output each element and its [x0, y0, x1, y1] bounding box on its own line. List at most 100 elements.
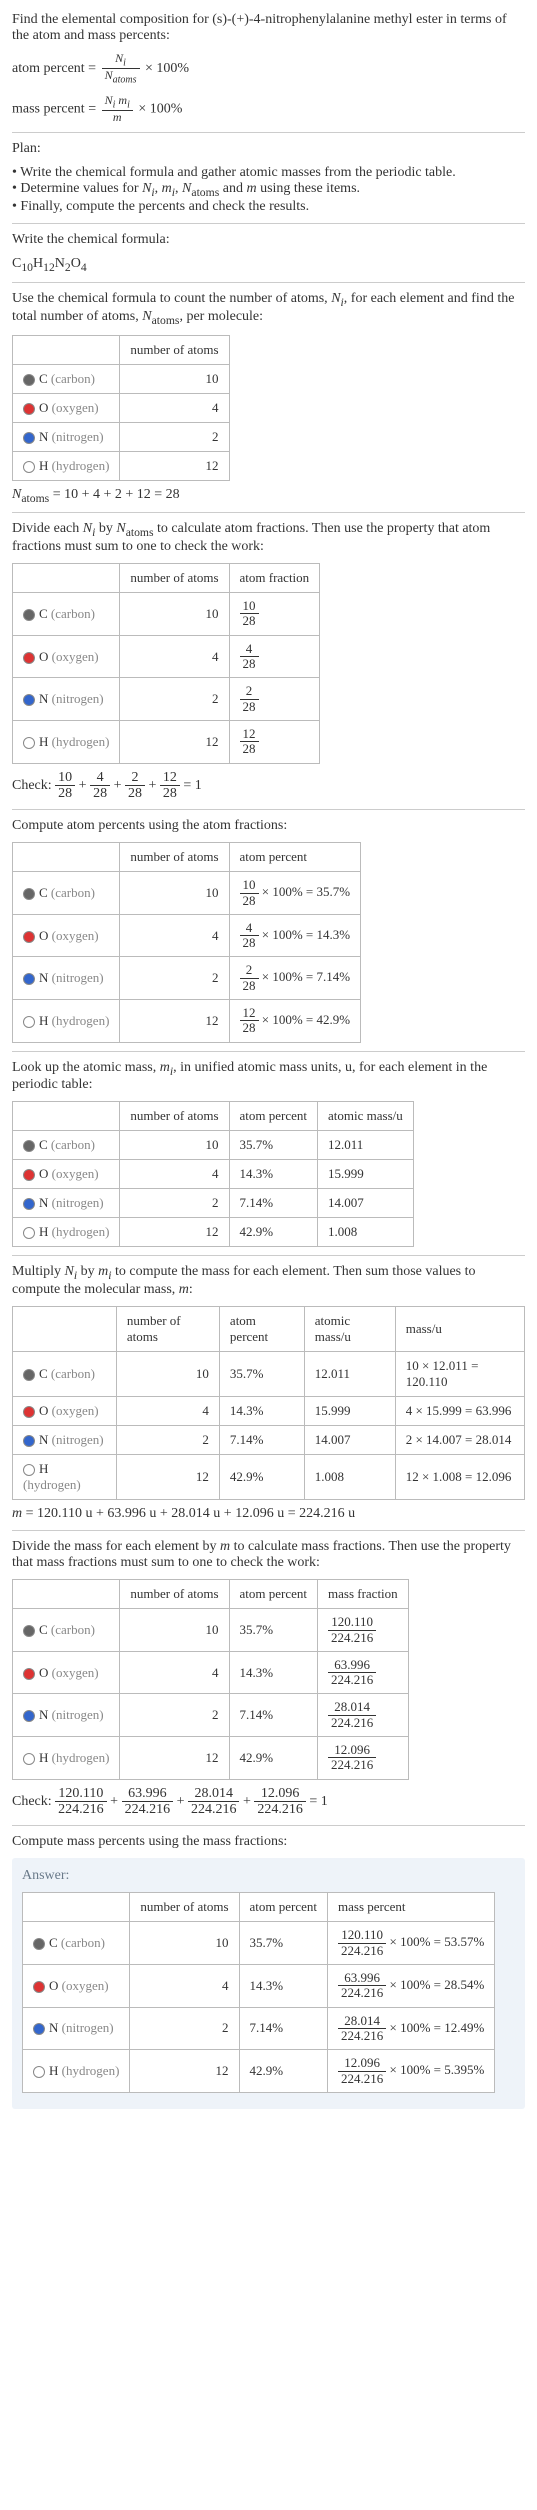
- atom-fraction-table: number of atomsatom fraction C (carbon)1…: [12, 563, 320, 763]
- nitrogen-dot-icon: [23, 973, 35, 985]
- col-natoms: number of atoms: [120, 335, 229, 364]
- nitrogen-dot-icon: [23, 432, 35, 444]
- separator: [12, 1051, 525, 1052]
- check-2: Check: 120.110224.216 + 63.996224.216 + …: [12, 1786, 525, 1818]
- atom-count-table: number of atoms C (carbon) 10 O (oxygen) 4…: [12, 335, 230, 481]
- cell: 28.014224.216 × 100% = 12.49%: [328, 2007, 495, 2050]
- cell: 1028: [229, 593, 320, 636]
- table-row: N (nitrogen)27.14%28.014224.216 × 100% =…: [23, 2007, 495, 2050]
- oxygen-dot-icon: [33, 1981, 45, 1993]
- table-row: C (carbon)1035.7%120.110224.216 × 100% =…: [23, 1922, 495, 1965]
- carbon-dot-icon: [23, 888, 35, 900]
- table-row: O (oxygen)414.3%63.996224.216: [13, 1651, 409, 1694]
- hydrogen-dot-icon: [23, 1753, 35, 1765]
- plan-heading: Plan:: [12, 141, 525, 157]
- cell: 1228 × 100% = 42.9%: [229, 1000, 361, 1043]
- hydrogen-dot-icon: [23, 1464, 35, 1476]
- separator: [12, 223, 525, 224]
- divmass-text: Divide the mass for each element by m to…: [12, 1539, 525, 1571]
- ap-frac: Ni Natoms: [102, 52, 140, 86]
- atom-percent-table: number of atomsatom percent C (carbon)10…: [12, 842, 361, 1042]
- intro-text: Find the elemental composition for (s)-(…: [12, 12, 525, 44]
- table-row: H (hydrogen)1242.9%1.00812 × 1.008 = 12.…: [13, 1455, 525, 1500]
- use-formula-text: Use the chemical formula to count the nu…: [12, 291, 525, 327]
- answer-box: Answer: number of atomsatom percentmass …: [12, 1858, 525, 2108]
- mass-fraction-table: number of atomsatom percentmass fraction…: [12, 1579, 409, 1779]
- compute-mp-text: Compute mass percents using the mass fra…: [12, 1834, 525, 1850]
- separator: [12, 1255, 525, 1256]
- table-row: H (hydrogen)1242.9%12.096224.216 × 100% …: [23, 2050, 495, 2093]
- carbon-dot-icon: [33, 1938, 45, 1950]
- el-sym: C: [39, 371, 48, 386]
- table-row: N (nitrogen)27.14%14.007: [13, 1189, 414, 1218]
- table-row: O (oxygen)414.3%15.999: [13, 1160, 414, 1189]
- divide-text: Divide each Ni by Natoms to calculate at…: [12, 521, 525, 555]
- cell: 12.096224.216: [318, 1737, 409, 1780]
- table-row: C (carbon)1035.7%12.011: [13, 1131, 414, 1160]
- separator: [12, 1530, 525, 1531]
- carbon-dot-icon: [23, 1625, 35, 1637]
- mass-percent-formula: mass percent = Ni mi m × 100%: [12, 94, 525, 125]
- separator: [12, 512, 525, 513]
- cell: 12: [120, 451, 229, 480]
- check-1: Check: 1028 + 428 + 228 + 1228 = 1: [12, 770, 525, 802]
- table-row: N (nitrogen)27.14%28.014224.216: [13, 1694, 409, 1737]
- hydrogen-dot-icon: [23, 1227, 35, 1239]
- atom-percent-formula: atom percent = Ni Natoms × 100%: [12, 52, 525, 86]
- cell: 1228: [229, 720, 320, 763]
- el-name: (oxygen): [52, 400, 99, 415]
- times100-2: × 100%: [138, 101, 182, 116]
- cell: 12.096224.216 × 100% = 5.395%: [328, 2050, 495, 2093]
- answer-label: Answer:: [22, 1868, 515, 1884]
- plan-item-3: • Finally, compute the percents and chec…: [12, 199, 525, 215]
- oxygen-dot-icon: [23, 652, 35, 664]
- oxygen-dot-icon: [23, 1406, 35, 1418]
- table-row: N (nitrogen)2228: [13, 678, 320, 721]
- cell: 10: [120, 364, 229, 393]
- hydrogen-dot-icon: [23, 461, 35, 473]
- cell: 120.110224.216 × 100% = 53.57%: [328, 1922, 495, 1965]
- carbon-dot-icon: [23, 1140, 35, 1152]
- table-row: N (nitrogen)2: [13, 422, 230, 451]
- mult-text: Multiply Ni by mi to compute the mass fo…: [12, 1264, 525, 1298]
- chemical-formula: C10H12N2O4: [12, 256, 525, 274]
- table-row: number of atomsatom fraction: [13, 564, 320, 593]
- table-row: C (carbon)101028 × 100% = 35.7%: [13, 872, 361, 915]
- mp-den: m: [102, 111, 133, 124]
- table-row: number of atomsatom percentmass percent: [23, 1893, 495, 1922]
- answer-table: number of atomsatom percentmass percent …: [22, 1892, 495, 2092]
- table-row: number of atomsatom percentmass fraction: [13, 1580, 409, 1609]
- cell: 2: [120, 422, 229, 451]
- carbon-dot-icon: [23, 1369, 35, 1381]
- table-row: C (carbon)101028: [13, 593, 320, 636]
- oxygen-dot-icon: [23, 1169, 35, 1181]
- ap-num: Ni: [102, 52, 140, 69]
- el-name: (carbon): [51, 371, 95, 386]
- table-row: O (oxygen) 4: [13, 393, 230, 422]
- el-name: (nitrogen): [52, 429, 104, 444]
- separator: [12, 809, 525, 810]
- table-row: C (carbon)1035.7%120.110224.216: [13, 1609, 409, 1652]
- table-row: H (hydrogen)121228 × 100% = 42.9%: [13, 1000, 361, 1043]
- oxygen-dot-icon: [23, 931, 35, 943]
- oxygen-dot-icon: [23, 403, 35, 415]
- lookup-text: Look up the atomic mass, mi, in unified …: [12, 1060, 525, 1094]
- carbon-dot-icon: [23, 374, 35, 386]
- table-row: N (nitrogen)27.14%14.0072 × 14.007 = 28.…: [13, 1426, 525, 1455]
- separator: [12, 132, 525, 133]
- cell: 63.996224.216: [318, 1651, 409, 1694]
- mp-label: mass percent =: [12, 101, 100, 116]
- natoms-equation: Natoms = 10 + 4 + 2 + 12 = 28: [12, 487, 525, 505]
- table-row: O (oxygen)4428 × 100% = 14.3%: [13, 914, 361, 957]
- atomic-mass-table: number of atomsatom percentatomic mass/u…: [12, 1101, 414, 1247]
- table-row: C (carbon)1035.7%12.01110 × 12.011 = 120…: [13, 1352, 525, 1397]
- table-row: O (oxygen)4428: [13, 635, 320, 678]
- hydrogen-dot-icon: [23, 737, 35, 749]
- el-sym: O: [39, 400, 48, 415]
- table-row: N (nitrogen)2228 × 100% = 7.14%: [13, 957, 361, 1000]
- mp-num: Ni mi: [102, 94, 133, 111]
- el-sym: H: [39, 458, 48, 473]
- cell: 63.996224.216 × 100% = 28.54%: [328, 1965, 495, 2008]
- cell: 4: [120, 393, 229, 422]
- cell: 1028 × 100% = 35.7%: [229, 872, 361, 915]
